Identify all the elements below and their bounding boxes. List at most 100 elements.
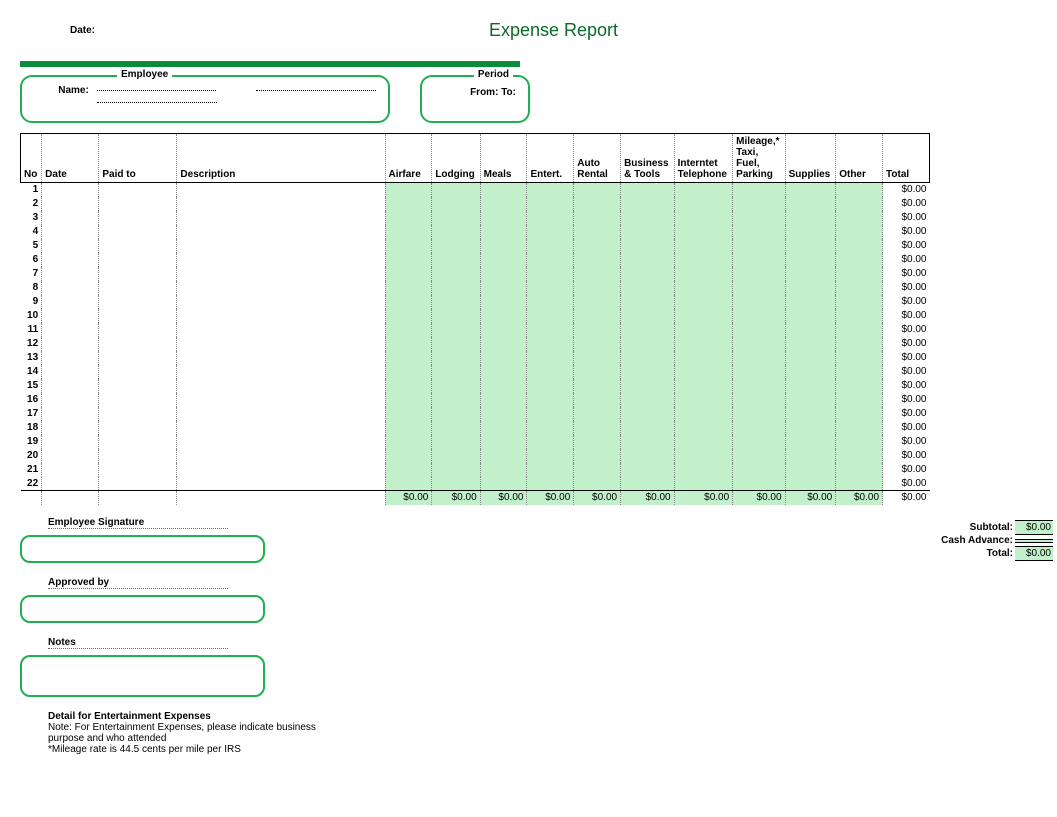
cell[interactable]: [836, 337, 883, 351]
cell[interactable]: [527, 421, 574, 435]
cell[interactable]: [527, 253, 574, 267]
cell[interactable]: [785, 421, 836, 435]
cell[interactable]: [432, 197, 480, 211]
cell[interactable]: [574, 211, 621, 225]
cell[interactable]: [99, 309, 177, 323]
cell[interactable]: [733, 211, 785, 225]
cell[interactable]: [733, 309, 785, 323]
cell[interactable]: [99, 435, 177, 449]
cell[interactable]: [621, 435, 675, 449]
cell[interactable]: [99, 211, 177, 225]
cell[interactable]: [177, 267, 385, 281]
cell[interactable]: [621, 393, 675, 407]
cell[interactable]: [527, 225, 574, 239]
cell[interactable]: [99, 225, 177, 239]
cell[interactable]: [527, 365, 574, 379]
cell[interactable]: [177, 309, 385, 323]
cell[interactable]: [385, 211, 432, 225]
cell[interactable]: [42, 239, 99, 253]
cell[interactable]: [99, 351, 177, 365]
cell[interactable]: [42, 309, 99, 323]
cell[interactable]: [432, 393, 480, 407]
cell[interactable]: [621, 309, 675, 323]
cell[interactable]: [674, 393, 733, 407]
cell[interactable]: [385, 295, 432, 309]
cell[interactable]: [42, 365, 99, 379]
cell[interactable]: [385, 281, 432, 295]
cell[interactable]: [574, 225, 621, 239]
cell[interactable]: [42, 323, 99, 337]
cell[interactable]: [574, 379, 621, 393]
cell[interactable]: [177, 225, 385, 239]
cell[interactable]: [385, 225, 432, 239]
cell[interactable]: [836, 309, 883, 323]
cell[interactable]: [674, 379, 733, 393]
cell[interactable]: [733, 393, 785, 407]
cell[interactable]: [42, 463, 99, 477]
cell[interactable]: [621, 211, 675, 225]
cell[interactable]: [42, 393, 99, 407]
cell[interactable]: [480, 337, 527, 351]
cell[interactable]: [99, 197, 177, 211]
cell[interactable]: [480, 449, 527, 463]
employee-signature-box[interactable]: [20, 535, 265, 563]
cell[interactable]: [785, 393, 836, 407]
cell[interactable]: [836, 407, 883, 421]
cell[interactable]: [785, 477, 836, 491]
cell[interactable]: [527, 267, 574, 281]
cell[interactable]: [432, 239, 480, 253]
cell[interactable]: [574, 309, 621, 323]
cell[interactable]: [99, 267, 177, 281]
cell[interactable]: [177, 295, 385, 309]
cell[interactable]: [574, 463, 621, 477]
cell[interactable]: [574, 253, 621, 267]
cell[interactable]: [836, 211, 883, 225]
cell[interactable]: [527, 183, 574, 197]
cell[interactable]: [836, 225, 883, 239]
cell[interactable]: [785, 463, 836, 477]
cell[interactable]: [480, 225, 527, 239]
cell[interactable]: [733, 281, 785, 295]
cell[interactable]: [527, 435, 574, 449]
cell[interactable]: [836, 365, 883, 379]
cell[interactable]: [42, 253, 99, 267]
cell[interactable]: [836, 449, 883, 463]
cell[interactable]: [674, 477, 733, 491]
cell[interactable]: [674, 435, 733, 449]
cell[interactable]: [674, 407, 733, 421]
cell[interactable]: [733, 477, 785, 491]
cell[interactable]: [785, 337, 836, 351]
cell[interactable]: [385, 197, 432, 211]
cell[interactable]: [674, 309, 733, 323]
cell[interactable]: [733, 463, 785, 477]
cell[interactable]: [733, 379, 785, 393]
cell[interactable]: [674, 463, 733, 477]
cell[interactable]: [574, 407, 621, 421]
cell[interactable]: [574, 393, 621, 407]
cell[interactable]: [177, 407, 385, 421]
cell[interactable]: [177, 477, 385, 491]
cell[interactable]: [99, 253, 177, 267]
cell[interactable]: [42, 379, 99, 393]
cell[interactable]: [432, 225, 480, 239]
cell[interactable]: [527, 351, 574, 365]
cell[interactable]: [621, 477, 675, 491]
cell[interactable]: [42, 449, 99, 463]
cell[interactable]: [674, 253, 733, 267]
cell[interactable]: [836, 379, 883, 393]
cell[interactable]: [42, 183, 99, 197]
cell[interactable]: [836, 435, 883, 449]
cell[interactable]: [733, 183, 785, 197]
cell[interactable]: [621, 225, 675, 239]
cell[interactable]: [432, 337, 480, 351]
cell[interactable]: [836, 351, 883, 365]
cell[interactable]: [674, 421, 733, 435]
cell[interactable]: [177, 281, 385, 295]
cell[interactable]: [385, 393, 432, 407]
cell[interactable]: [99, 407, 177, 421]
cell[interactable]: [527, 407, 574, 421]
cell[interactable]: [733, 351, 785, 365]
cell[interactable]: [480, 211, 527, 225]
cell[interactable]: [42, 281, 99, 295]
cell[interactable]: [432, 379, 480, 393]
